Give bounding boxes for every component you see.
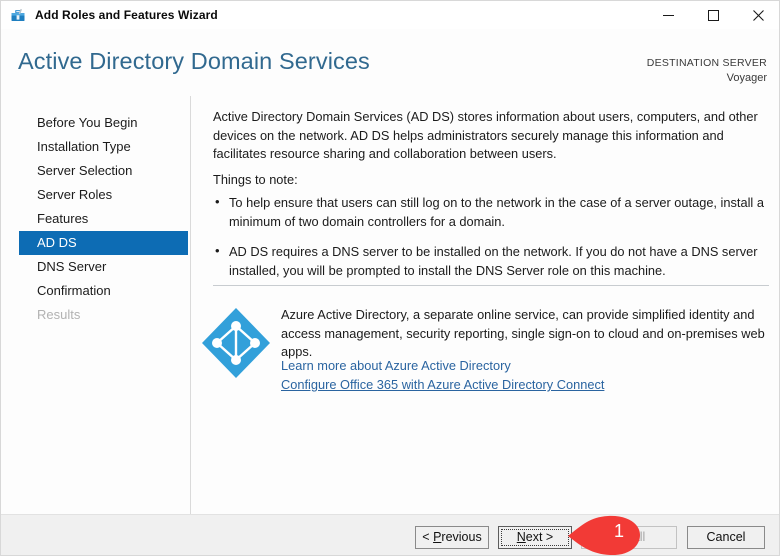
cancel-button[interactable]: Cancel bbox=[687, 526, 765, 549]
ad-ds-description: Active Directory Domain Services (AD DS)… bbox=[213, 109, 758, 161]
sidebar-item-dns-server[interactable]: DNS Server bbox=[19, 255, 188, 279]
previous-prefix: < bbox=[422, 530, 434, 544]
learn-more-azure-link[interactable]: Learn more about Azure Active Directory bbox=[281, 358, 511, 373]
previous-button[interactable]: < Previous bbox=[415, 526, 489, 549]
sidebar-item-ad-ds[interactable]: AD DS bbox=[19, 231, 188, 255]
add-roles-wizard-window: Add Roles and Features Wizard Active Dir… bbox=[0, 0, 780, 556]
section-divider bbox=[213, 285, 769, 286]
page-title: Active Directory Domain Services bbox=[18, 48, 370, 74]
azure-description: Azure Active Directory, a separate onlin… bbox=[281, 307, 765, 359]
destination-server-block: DESTINATION SERVER Voyager bbox=[647, 56, 767, 85]
minimize-button[interactable] bbox=[646, 1, 691, 29]
window-controls bbox=[646, 1, 779, 29]
next-rest: ext > bbox=[525, 530, 554, 544]
configure-office365-link[interactable]: Configure Office 365 with Azure Active D… bbox=[281, 377, 604, 392]
sidebar-item-installation-type[interactable]: Installation Type bbox=[19, 135, 188, 159]
destination-server-name: Voyager bbox=[726, 72, 767, 84]
wizard-footer: < Previous Next > Install Cancel bbox=[1, 514, 779, 555]
next-button[interactable]: Next > bbox=[498, 526, 572, 549]
previous-rest: revious bbox=[441, 530, 482, 544]
list-item: To help ensure that users can still log … bbox=[213, 193, 765, 231]
page-header: Active Directory Domain Services DESTINA… bbox=[1, 29, 779, 96]
sidebar-item-results: Results bbox=[37, 307, 81, 322]
things-to-note-label: Things to note: bbox=[213, 172, 298, 187]
wizard-content-pane: Active Directory Domain Services (AD DS)… bbox=[191, 96, 779, 514]
sidebar-item-server-roles[interactable]: Server Roles bbox=[19, 183, 188, 207]
next-accelerator: N bbox=[516, 530, 526, 544]
sidebar-item-confirmation[interactable]: Confirmation bbox=[19, 279, 188, 303]
window-title: Add Roles and Features Wizard bbox=[35, 8, 218, 22]
sidebar-item-features[interactable]: Features bbox=[19, 207, 188, 231]
wizard-toolbox-icon bbox=[10, 7, 26, 23]
maximize-button[interactable] bbox=[691, 1, 736, 29]
install-button: Install bbox=[581, 526, 677, 549]
wizard-body: Before You Begin Installation Type Serve… bbox=[1, 96, 779, 514]
sidebar-item-before-you-begin[interactable]: Before You Begin bbox=[19, 111, 188, 135]
list-item: AD DS requires a DNS server to be instal… bbox=[213, 242, 765, 280]
destination-server-label: DESTINATION SERVER bbox=[646, 57, 767, 69]
close-button[interactable] bbox=[736, 1, 779, 29]
things-to-note-list: To help ensure that users can still log … bbox=[213, 193, 765, 292]
wizard-step-navigation: Before You Begin Installation Type Serve… bbox=[1, 96, 191, 514]
azure-active-directory-icon bbox=[200, 304, 272, 382]
sidebar-item-server-selection[interactable]: Server Selection bbox=[19, 159, 188, 183]
title-bar: Add Roles and Features Wizard bbox=[1, 1, 779, 29]
